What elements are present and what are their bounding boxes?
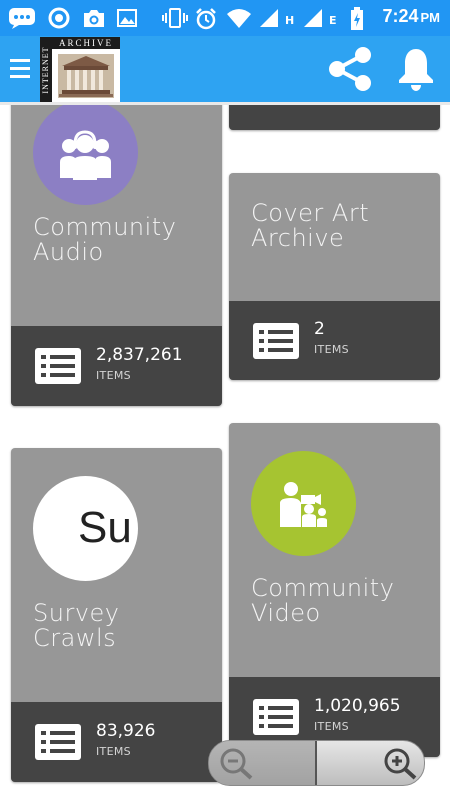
zoom-out-icon (220, 748, 253, 780)
item-count: 2 (314, 319, 325, 339)
logo-side-text: INTERNET (41, 46, 50, 94)
network-type-h: H (285, 14, 295, 27)
list-icon (253, 323, 299, 359)
list-icon (35, 724, 81, 760)
collection-card-community-audio[interactable]: Community Audio 2,837,261 ITEMS (11, 105, 222, 406)
collection-card-partial[interactable] (229, 105, 440, 130)
card-title: Community Audio (33, 213, 177, 266)
survey-logo-text: Su (78, 503, 132, 552)
card-title: Cover Art Archive (251, 199, 370, 252)
video-people-icon (280, 482, 327, 527)
list-icon (35, 348, 81, 384)
card-footer: 2,837,261 ITEMS (11, 326, 222, 406)
chat-bubble-icon (9, 8, 35, 29)
image-icon (117, 9, 137, 27)
bell-icon[interactable] (396, 45, 436, 93)
card-footer (229, 105, 440, 130)
items-label: ITEMS (96, 369, 131, 382)
collection-card-cover-art-archive[interactable]: Cover Art Archive 2 ITEMS (229, 173, 440, 380)
item-count: 2,837,261 (96, 345, 183, 365)
collection-card-community-video[interactable]: Community Video 1,020,965 ITEMS (229, 423, 440, 757)
card-title: Survey Crawls (33, 599, 120, 652)
status-bar: H E 7:24 PM (0, 0, 450, 36)
items-label: ITEMS (314, 343, 349, 356)
zoom-in-button[interactable] (317, 741, 424, 785)
zoom-controls (208, 740, 425, 786)
signal-2-icon (304, 9, 322, 27)
collection-icon-circle: Su (33, 476, 138, 581)
signal-icon (260, 9, 278, 27)
card-footer: 83,926 ITEMS (11, 702, 222, 782)
collection-icon-circle (33, 105, 138, 205)
people-headphones-icon (60, 130, 111, 180)
alarm-icon (196, 8, 216, 30)
item-count: 83,926 (96, 721, 156, 741)
camera-icon (84, 10, 104, 27)
clock: 7:24 PM (382, 6, 440, 26)
logo-top-text: ARCHIVE (59, 38, 113, 48)
items-label: ITEMS (314, 720, 349, 733)
item-count: 1,020,965 (314, 696, 401, 716)
card-title: Community Video (251, 574, 395, 627)
app-toolbar: INTERNET ARCHIVE (0, 36, 450, 103)
temple-icon (58, 54, 114, 98)
wifi-icon (227, 9, 251, 28)
collection-grid[interactable]: Community Audio 2,837,261 ITEMS Cover Ar… (0, 105, 450, 800)
record-icon (48, 7, 70, 29)
collection-card-survey-crawls[interactable]: Su Survey Crawls 83,926 ITEMS (11, 448, 222, 782)
hamburger-icon[interactable] (10, 57, 30, 81)
network-type-e: E (329, 14, 337, 27)
zoom-in-icon (384, 748, 417, 780)
share-icon[interactable] (326, 45, 374, 93)
zoom-out-button[interactable] (209, 741, 315, 785)
collection-icon-circle (251, 451, 356, 556)
internet-archive-logo[interactable]: INTERNET ARCHIVE (40, 37, 120, 103)
card-footer: 2 ITEMS (229, 301, 440, 380)
items-label: ITEMS (96, 745, 131, 758)
list-icon (253, 699, 299, 735)
vibrate-icon (162, 8, 188, 28)
battery-charging-icon (351, 7, 363, 30)
